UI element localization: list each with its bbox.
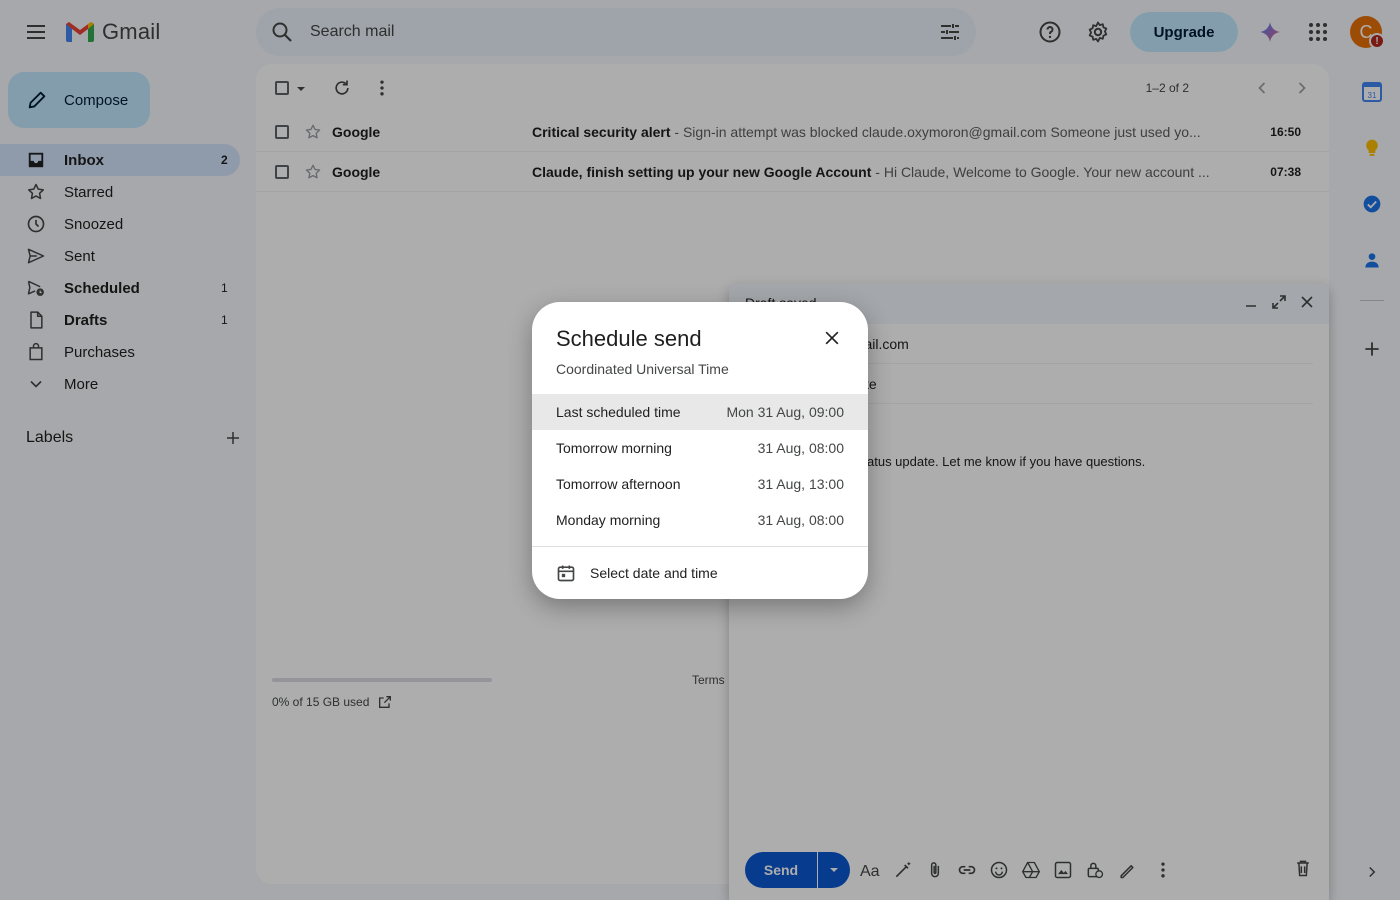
select-date-time-label: Select date and time: [590, 565, 718, 581]
schedule-option-last-scheduled[interactable]: Last scheduled time Mon 31 Aug, 09:00: [532, 394, 868, 430]
option-time: Mon 31 Aug, 09:00: [726, 404, 844, 420]
option-time: 31 Aug, 08:00: [757, 440, 844, 456]
dialog-divider: [532, 546, 868, 547]
schedule-option-tomorrow-morning[interactable]: Tomorrow morning 31 Aug, 08:00: [532, 430, 868, 466]
timezone-label: Coordinated Universal Time: [556, 361, 729, 377]
option-label: Tomorrow morning: [556, 440, 672, 456]
option-time: 31 Aug, 08:00: [757, 512, 844, 528]
dialog-close-button[interactable]: [812, 318, 852, 358]
schedule-option-monday-morning[interactable]: Monday morning 31 Aug, 08:00: [532, 502, 868, 538]
option-label: Tomorrow afternoon: [556, 476, 681, 492]
select-date-time-button[interactable]: Select date and time: [556, 563, 718, 583]
option-label: Last scheduled time: [556, 404, 681, 420]
schedule-option-tomorrow-afternoon[interactable]: Tomorrow afternoon 31 Aug, 13:00: [532, 466, 868, 502]
option-label: Monday morning: [556, 512, 661, 528]
close-icon: [825, 331, 839, 345]
schedule-send-dialog: Schedule send Coordinated Universal Time…: [532, 302, 868, 599]
dialog-title: Schedule send: [556, 326, 702, 351]
option-time: 31 Aug, 13:00: [757, 476, 844, 492]
calendar-icon: [557, 565, 575, 582]
